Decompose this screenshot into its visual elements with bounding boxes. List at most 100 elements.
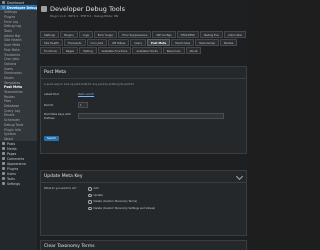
tab[interactable]: Routes [219, 39, 238, 46]
wrench-icon [2, 177, 5, 181]
plugin-logo-icon [41, 6, 47, 12]
radio-button[interactable] [88, 206, 92, 210]
tab[interactable]: WP Configs [152, 31, 176, 38]
submenu-item-label: Site Health [4, 38, 22, 43]
radio-button[interactable] [88, 193, 92, 197]
brush-icon [2, 162, 5, 166]
tab[interactable]: Cron Jobs [86, 39, 108, 46]
panel-title-text: Update Meta Key [44, 174, 83, 179]
tab[interactable]: Taxonomies [195, 39, 219, 46]
option-delete-terms[interactable]: Delete (Custom Taxonomy Terms) [88, 200, 155, 204]
sidebar-item-label: Comments [7, 156, 25, 161]
tab[interactable]: About [185, 47, 202, 54]
tab[interactable]: Testing Env [199, 31, 224, 38]
submenu-item-label: About [4, 136, 14, 141]
submenu-item-label: Query Log [4, 108, 21, 113]
update-meta-panel: Update Meta Key What do you want to do? … [40, 170, 247, 236]
tab[interactable]: Admin Bar [224, 31, 247, 38]
tab-post-meta[interactable]: Post Meta [146, 39, 171, 46]
submenu-item-label: Files [4, 99, 11, 104]
submenu-item-label: Scheduler [4, 118, 20, 123]
tab[interactable]: Settings [40, 31, 60, 38]
question-label: What do you want to do? [44, 187, 77, 190]
latest-post-link[interactable]: Hello world! [78, 92, 94, 96]
post-id-input[interactable]: 1 [78, 102, 88, 108]
submenu-item-label: Routes [4, 94, 15, 99]
sidebar-item-label: Pages [7, 151, 17, 156]
option-label: Delete (Custom Taxonomy Terms) [93, 200, 138, 204]
meta-keys-label: Post Meta Keys with Prefixes [44, 112, 71, 120]
sidebar-item-label: Plugins [7, 166, 19, 171]
tab[interactable]: Available Hooks [132, 47, 162, 54]
option-label: Add [93, 187, 99, 191]
plugin-meta: Plugin v1.0 · WP 6.4 · PHP 8.1 · Debug M… [50, 14, 118, 18]
media-icon [2, 147, 5, 151]
submenu-item-label: System [4, 132, 16, 137]
submenu-item-label: Database [4, 104, 20, 109]
submenu-item-label: Post Meta [4, 47, 20, 52]
plug-icon [2, 167, 5, 171]
page-title: Developer Debug Tools [50, 5, 125, 13]
option-label: Delete (Custom Taxonomy Settings and Val… [93, 206, 156, 210]
sidebar-item-label: Posts [7, 141, 16, 146]
tab[interactable]: Error Suppressions [118, 31, 152, 38]
sidebar-item-label: Tools [7, 176, 15, 181]
tab[interactable]: DB Tables [108, 39, 130, 46]
sidebar-item-label: Users [7, 171, 16, 176]
gear-icon [2, 182, 5, 186]
tab[interactable]: Available Functions [97, 47, 132, 54]
sidebar-item-settings[interactable]: Settings [0, 181, 37, 186]
latest-post-label: Latest Post [44, 92, 59, 96]
option-update[interactable]: Update [88, 193, 155, 197]
meta-keys-input[interactable] [78, 113, 224, 119]
submenu-item-label: Admin Bar [4, 33, 21, 38]
tab[interactable]: Resources [162, 47, 185, 54]
tab[interactable]: Transients [63, 39, 86, 46]
submenu-item-label: Shortcodes [4, 71, 22, 76]
submenu-item-label: Users [4, 66, 13, 71]
submenu-item-label: Plugins [4, 15, 16, 20]
submenu-item-label: Emails [4, 113, 15, 118]
sidebar-submenu: Settings Plugins Error Log Debug Log Too… [0, 10, 37, 142]
submenu-item-label: Debug Log [4, 24, 22, 29]
main-content: Developer Debug Tools Plugin v1.0 · WP 6… [37, 0, 250, 250]
tab[interactable]: HTACCESS [176, 31, 199, 38]
tab[interactable]: Regex [61, 47, 79, 54]
submenu-item-label: Plugin Info [4, 127, 21, 132]
tab[interactable]: Testing [79, 47, 97, 54]
radio-button[interactable] [88, 200, 92, 204]
comment-icon [2, 157, 5, 161]
submenu-item-label: Error Log [4, 19, 19, 24]
submenu-item-label: Cron Jobs [4, 57, 20, 62]
chevron-down-icon[interactable] [235, 172, 244, 181]
tab[interactable]: Error Suppr [93, 31, 118, 38]
bug-icon [2, 6, 5, 9]
sidebar-item-label: Settings [7, 181, 21, 186]
tab[interactable]: Users [130, 39, 146, 46]
panel-title: Update Meta Key [41, 171, 246, 183]
sidebar-item-label: Dashboard [7, 0, 25, 5]
option-add[interactable]: Add [88, 187, 155, 191]
radio-button[interactable] [88, 187, 92, 191]
panel-title: Clear Taxonomy Terms [41, 241, 246, 250]
tab[interactable]: Logs [78, 31, 93, 38]
pin-icon [2, 142, 5, 146]
tab[interactable]: Plugins [60, 31, 78, 38]
tab[interactable]: Functions [40, 47, 61, 54]
option-delete-settings[interactable]: Delete (Custom Taxonomy Settings and Val… [88, 206, 156, 210]
submenu-item-label: Hooks [4, 75, 14, 80]
sidebar-item-label: Media [7, 146, 17, 151]
tab[interactable]: Shortcodes [171, 39, 195, 46]
option-label: Update [93, 193, 103, 197]
submenu-item-label: Transients [4, 52, 21, 57]
tab[interactable]: Site Health [40, 39, 63, 46]
submenu-item-label: Debug Tools [4, 122, 24, 127]
submenu-item-label: Settings [4, 10, 18, 15]
submenu-item-label: Tools [4, 29, 12, 34]
panel-description: A quick way to look up post meta for any… [44, 83, 135, 86]
submenu-item-label: Post Meta [4, 85, 23, 90]
post-meta-panel: Post Meta A quick way to look up post me… [40, 66, 247, 154]
search-button[interactable]: Search [44, 135, 60, 141]
action-options: Add Update Delete (Custom Taxonomy Terms… [88, 187, 155, 213]
submenu-item-label: User Meta [4, 43, 21, 48]
